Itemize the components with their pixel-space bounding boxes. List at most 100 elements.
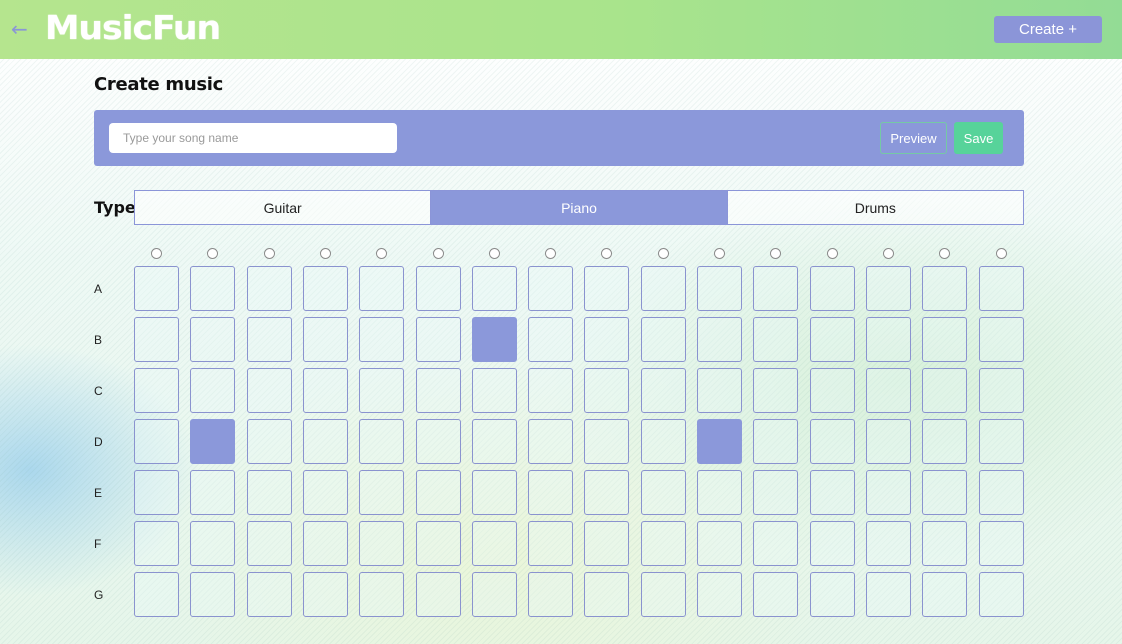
- note-cell[interactable]: [359, 368, 404, 413]
- note-cell[interactable]: [247, 368, 292, 413]
- note-cell[interactable]: [416, 521, 461, 566]
- note-cell[interactable]: [810, 572, 855, 617]
- note-cell[interactable]: [641, 317, 686, 362]
- note-cell[interactable]: [528, 368, 573, 413]
- note-cell[interactable]: [472, 419, 517, 464]
- note-cell[interactable]: [979, 368, 1024, 413]
- note-cell[interactable]: [979, 572, 1024, 617]
- note-cell[interactable]: [584, 572, 629, 617]
- note-cell[interactable]: [416, 419, 461, 464]
- note-cell[interactable]: [922, 266, 967, 311]
- note-cell[interactable]: [697, 419, 742, 464]
- note-cell[interactable]: [359, 419, 404, 464]
- note-cell[interactable]: [190, 470, 235, 515]
- note-cell[interactable]: [866, 470, 911, 515]
- note-cell[interactable]: [472, 521, 517, 566]
- column-radio[interactable]: [601, 248, 612, 259]
- note-cell[interactable]: [247, 470, 292, 515]
- note-cell[interactable]: [359, 470, 404, 515]
- note-cell[interactable]: [190, 317, 235, 362]
- note-cell[interactable]: [190, 419, 235, 464]
- column-radio[interactable]: [151, 248, 162, 259]
- note-cell[interactable]: [416, 368, 461, 413]
- note-cell[interactable]: [979, 470, 1024, 515]
- note-cell[interactable]: [303, 317, 348, 362]
- column-radio[interactable]: [939, 248, 950, 259]
- note-cell[interactable]: [697, 317, 742, 362]
- note-cell[interactable]: [528, 266, 573, 311]
- song-name-input[interactable]: [109, 123, 397, 153]
- note-cell[interactable]: [866, 317, 911, 362]
- note-cell[interactable]: [922, 419, 967, 464]
- note-cell[interactable]: [247, 266, 292, 311]
- note-cell[interactable]: [979, 317, 1024, 362]
- note-cell[interactable]: [359, 521, 404, 566]
- note-cell[interactable]: [416, 572, 461, 617]
- note-cell[interactable]: [134, 266, 179, 311]
- note-cell[interactable]: [979, 521, 1024, 566]
- note-cell[interactable]: [922, 368, 967, 413]
- note-cell[interactable]: [866, 266, 911, 311]
- note-cell[interactable]: [979, 266, 1024, 311]
- note-cell[interactable]: [359, 266, 404, 311]
- note-cell[interactable]: [641, 368, 686, 413]
- note-cell[interactable]: [922, 317, 967, 362]
- note-cell[interactable]: [190, 572, 235, 617]
- note-cell[interactable]: [247, 419, 292, 464]
- note-cell[interactable]: [472, 317, 517, 362]
- note-cell[interactable]: [866, 572, 911, 617]
- create-button[interactable]: Create +: [994, 16, 1102, 43]
- preview-button[interactable]: Preview: [880, 122, 947, 154]
- note-cell[interactable]: [416, 266, 461, 311]
- tab-guitar[interactable]: Guitar: [135, 191, 431, 224]
- note-cell[interactable]: [472, 470, 517, 515]
- note-cell[interactable]: [134, 419, 179, 464]
- note-cell[interactable]: [697, 521, 742, 566]
- note-cell[interactable]: [584, 266, 629, 311]
- note-cell[interactable]: [528, 419, 573, 464]
- note-cell[interactable]: [303, 470, 348, 515]
- note-cell[interactable]: [641, 572, 686, 617]
- note-cell[interactable]: [528, 572, 573, 617]
- note-cell[interactable]: [866, 521, 911, 566]
- note-cell[interactable]: [303, 368, 348, 413]
- note-cell[interactable]: [303, 521, 348, 566]
- column-radio[interactable]: [433, 248, 444, 259]
- column-radio[interactable]: [207, 248, 218, 259]
- column-radio[interactable]: [658, 248, 669, 259]
- note-cell[interactable]: [472, 368, 517, 413]
- note-cell[interactable]: [753, 266, 798, 311]
- note-cell[interactable]: [303, 572, 348, 617]
- note-cell[interactable]: [190, 266, 235, 311]
- note-cell[interactable]: [979, 419, 1024, 464]
- note-cell[interactable]: [922, 572, 967, 617]
- column-radio[interactable]: [827, 248, 838, 259]
- note-cell[interactable]: [697, 470, 742, 515]
- note-cell[interactable]: [247, 521, 292, 566]
- note-cell[interactable]: [810, 317, 855, 362]
- note-cell[interactable]: [303, 419, 348, 464]
- logo[interactable]: MusicFun: [45, 8, 221, 48]
- note-cell[interactable]: [134, 521, 179, 566]
- column-radio[interactable]: [883, 248, 894, 259]
- tab-piano[interactable]: Piano: [430, 191, 727, 224]
- note-cell[interactable]: [810, 521, 855, 566]
- save-button[interactable]: Save: [954, 122, 1003, 154]
- note-cell[interactable]: [416, 470, 461, 515]
- column-radio[interactable]: [714, 248, 725, 259]
- note-cell[interactable]: [866, 419, 911, 464]
- note-cell[interactable]: [134, 317, 179, 362]
- note-cell[interactable]: [528, 317, 573, 362]
- note-cell[interactable]: [584, 470, 629, 515]
- note-cell[interactable]: [922, 521, 967, 566]
- note-cell[interactable]: [359, 317, 404, 362]
- note-cell[interactable]: [247, 572, 292, 617]
- note-cell[interactable]: [753, 317, 798, 362]
- note-cell[interactable]: [753, 419, 798, 464]
- note-cell[interactable]: [472, 572, 517, 617]
- note-cell[interactable]: [134, 470, 179, 515]
- column-radio[interactable]: [770, 248, 781, 259]
- tab-drums[interactable]: Drums: [726, 191, 1023, 224]
- note-cell[interactable]: [472, 266, 517, 311]
- note-cell[interactable]: [134, 368, 179, 413]
